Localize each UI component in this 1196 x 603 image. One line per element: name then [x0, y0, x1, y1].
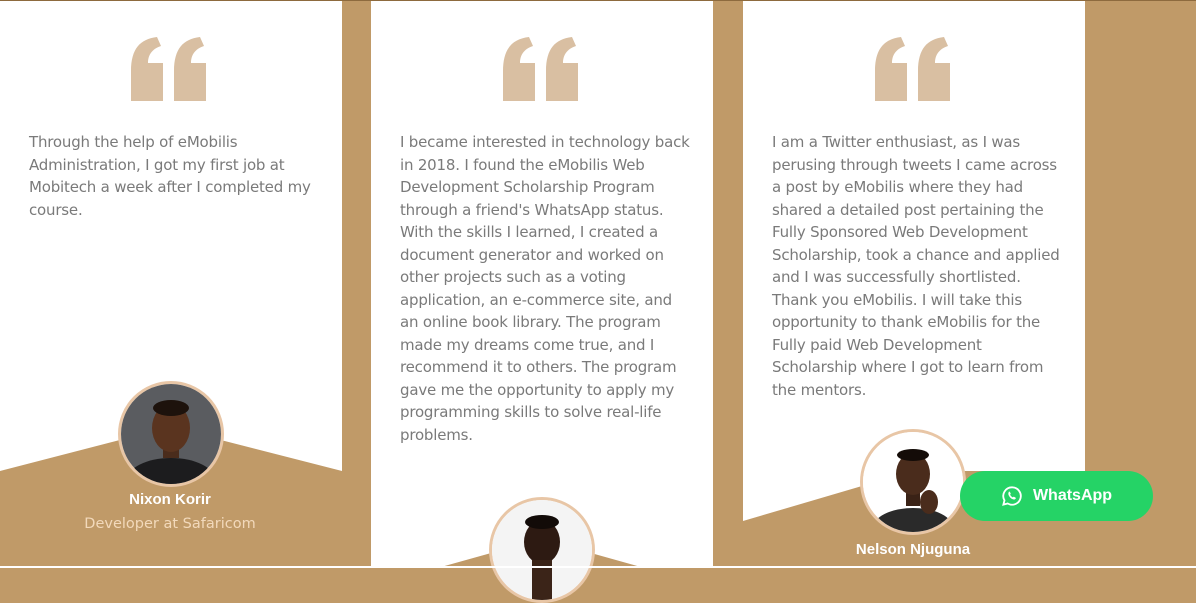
- person-name: Nelson Njuguna: [855, 541, 971, 558]
- whatsapp-button[interactable]: WhatsApp: [960, 471, 1153, 521]
- avatar: [489, 497, 595, 603]
- person-photo: [492, 500, 592, 600]
- person-photo: [863, 432, 963, 532]
- whatsapp-label: WhatsApp: [1032, 487, 1113, 504]
- person-role: Developer at Safaricom: [84, 516, 256, 532]
- avatar: [860, 429, 966, 535]
- person-name: Nixon Korir: [129, 491, 211, 508]
- person-photo: [121, 384, 221, 484]
- whatsapp-icon: [1002, 486, 1022, 506]
- card-accent-wedge: [441, 539, 641, 567]
- testimonial-card-2: I became interested in technology back i…: [371, 1, 713, 567]
- avatar: [118, 381, 224, 487]
